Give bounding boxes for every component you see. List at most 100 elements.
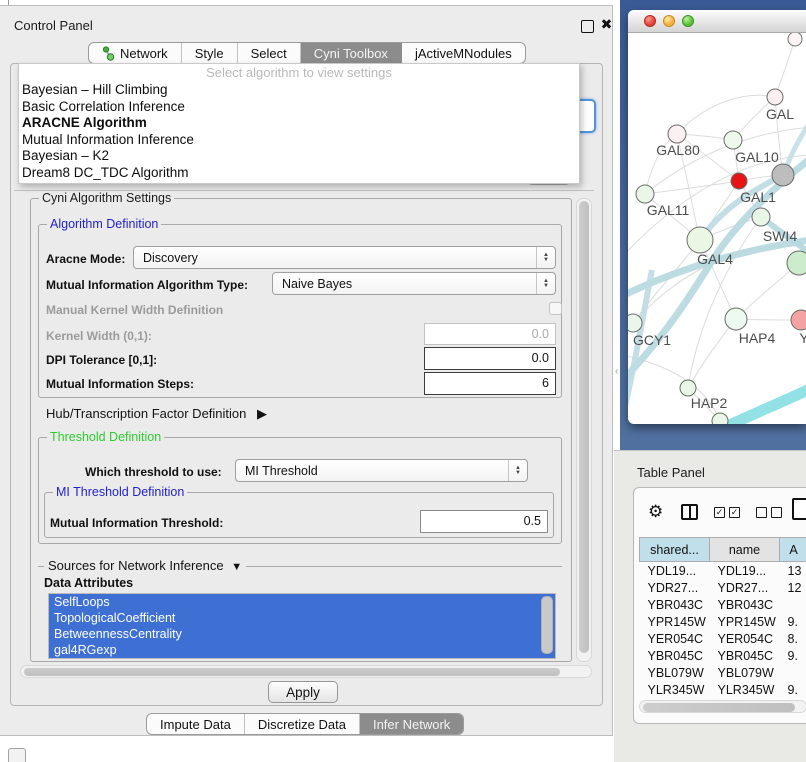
- algorithm-option[interactable]: Bayesian – Hill Climbing: [19, 82, 579, 99]
- table-cell: YBL079W: [640, 664, 710, 681]
- tab-impute-data[interactable]: Impute Data: [147, 714, 245, 734]
- manual-kernel-width-checkbox[interactable]: [549, 302, 562, 315]
- algorithm-option[interactable]: Mutual Information Inference: [19, 132, 579, 149]
- table-cell: YBR045C: [710, 647, 780, 664]
- network-node[interactable]: [731, 173, 747, 189]
- tab-network[interactable]: Network: [89, 43, 182, 63]
- algorithm-option[interactable]: Bayesian – K2: [19, 148, 579, 165]
- attribute-list-item[interactable]: TopologicalCoefficient: [49, 610, 555, 626]
- table-row[interactable]: YDR27...YDR27...12: [640, 579, 806, 596]
- tab-style[interactable]: Style: [182, 43, 238, 63]
- which-threshold-combobox[interactable]: MI Threshold ▲▼: [235, 459, 528, 482]
- tab-discretize-data[interactable]: Discretize Data: [245, 714, 360, 734]
- network-node[interactable]: [636, 185, 654, 203]
- attribute-list-item[interactable]: gal4RGexp: [49, 642, 555, 658]
- mi-steps-field[interactable]: 6: [424, 372, 556, 395]
- combo-arrows-icon: ▲▼: [508, 460, 527, 481]
- algorithm-option[interactable]: Dream8 DC_TDC Algorithm: [19, 165, 579, 182]
- network-node[interactable]: [668, 125, 686, 143]
- table-cell: YDL19...: [710, 562, 780, 580]
- network-icon: [102, 46, 115, 61]
- network-node[interactable]: [788, 33, 802, 46]
- table-cell: YER054C: [710, 630, 780, 647]
- close-traffic-light-icon[interactable]: [644, 15, 656, 27]
- table-row[interactable]: YPR145WYPR145W9.: [640, 613, 806, 630]
- hub-transcription-section[interactable]: Hub/Transcription Factor Definition ▶: [46, 406, 267, 422]
- dpi-tolerance-field[interactable]: 0.0: [424, 347, 556, 370]
- table-column-header[interactable]: name: [710, 538, 780, 562]
- aracne-mode-combobox[interactable]: Discovery ▲▼: [133, 246, 556, 269]
- table-row[interactable]: YBR045CYBR045C9.: [640, 647, 806, 664]
- table-row[interactable]: YBR043CYBR043C: [640, 596, 806, 613]
- network-node-label: SWI4: [763, 228, 797, 244]
- algorithm-option[interactable]: ARACNE Algorithm: [19, 115, 579, 132]
- table-row[interactable]: YDL19...YDL19...13: [640, 562, 806, 580]
- network-node[interactable]: [680, 380, 696, 396]
- list-scrollbar[interactable]: [541, 596, 553, 654]
- table-row[interactable]: YLR345WYLR345W9.: [640, 681, 806, 698]
- algorithm-option[interactable]: Basic Correlation Inference: [19, 99, 579, 116]
- network-view-window: GALGAL80GAL10GAL1GAL11SWI4GAL4GCY1HAP4YH…: [628, 10, 806, 424]
- data-attributes-label: Data Attributes: [44, 576, 133, 590]
- network-node[interactable]: [712, 413, 728, 424]
- table-cell: YDL19...: [640, 562, 710, 580]
- network-node[interactable]: [725, 308, 747, 330]
- combo-arrows-icon: ▲▼: [536, 247, 555, 268]
- network-node[interactable]: [791, 310, 806, 330]
- document-icon[interactable]: [792, 498, 806, 520]
- attribute-list-item[interactable]: BetweennessCentrality: [49, 626, 555, 642]
- bottom-tabbar: Impute Data Discretize Data Infer Networ…: [146, 713, 464, 735]
- table-horizontal-scrollbar[interactable]: [639, 700, 806, 713]
- table-cell: YBR043C: [640, 596, 710, 613]
- checked-box-icon[interactable]: ✓: [729, 507, 740, 518]
- kernel-width-field[interactable]: 0.0: [424, 323, 556, 345]
- dropdown-prompt: Select algorithm to view settings: [19, 64, 579, 82]
- mi-algorithm-type-combobox[interactable]: Naive Bayes ▲▼: [272, 272, 556, 295]
- tab-select[interactable]: Select: [238, 43, 301, 63]
- checked-box-icon[interactable]: ✓: [714, 507, 725, 518]
- data-attributes-list[interactable]: SelfLoopsTopologicalCoefficientBetweenne…: [48, 593, 556, 659]
- close-icon[interactable]: ✖: [600, 18, 613, 31]
- network-node[interactable]: [772, 164, 794, 186]
- algorithm-definition-title: Algorithm Definition: [47, 217, 161, 231]
- minimize-traffic-light-icon[interactable]: [663, 15, 675, 27]
- network-node[interactable]: [628, 314, 642, 332]
- tab-infer-network[interactable]: Infer Network: [360, 714, 463, 734]
- table-cell: 12: [780, 579, 806, 596]
- network-node[interactable]: [687, 227, 713, 253]
- sources-section-header[interactable]: Sources for Network Inference ▼: [44, 558, 246, 573]
- gear-icon[interactable]: ⚙: [648, 503, 663, 520]
- table-cell: YBR043C: [710, 596, 780, 613]
- network-node[interactable]: [724, 131, 742, 149]
- unchecked-box-icon[interactable]: [771, 507, 782, 518]
- network-node-label: HAP2: [691, 395, 728, 411]
- table-column-header[interactable]: shared...: [640, 538, 710, 562]
- network-window-titlebar[interactable]: [628, 10, 806, 33]
- table-cell: [780, 664, 806, 681]
- table-cell: YDR27...: [710, 579, 780, 596]
- tab-jactivemnodules[interactable]: jActiveMNodules: [402, 43, 525, 63]
- float-window-icon[interactable]: [581, 20, 594, 33]
- network-node[interactable]: [752, 208, 770, 226]
- network-canvas[interactable]: GALGAL80GAL10GAL1GAL11SWI4GAL4GCY1HAP4YH…: [628, 33, 806, 424]
- mi-threshold-field[interactable]: 0.5: [420, 510, 548, 533]
- table-row[interactable]: YER054CYER054C8.: [640, 630, 806, 647]
- table-panel-title: Table Panel: [637, 465, 705, 480]
- zoom-traffic-light-icon[interactable]: [682, 15, 694, 27]
- settings-vertical-scrollbar[interactable]: [576, 198, 592, 662]
- split-columns-icon[interactable]: [681, 504, 698, 520]
- network-node[interactable]: [787, 251, 806, 275]
- table-column-header[interactable]: A: [780, 538, 806, 562]
- network-node[interactable]: [767, 89, 783, 105]
- tab-cyni-toolbox[interactable]: Cyni Toolbox: [301, 43, 402, 63]
- table-cell: YLR345W: [640, 681, 710, 698]
- table-cell: [780, 596, 806, 613]
- apply-button[interactable]: Apply: [268, 681, 338, 703]
- attribute-list-item[interactable]: SelfLoops: [49, 594, 555, 610]
- divider-collapse-icon[interactable]: ‹: [615, 366, 618, 377]
- table-cell: YPR145W: [710, 613, 780, 630]
- unchecked-box-icon[interactable]: [756, 507, 767, 518]
- collapsed-panel-icon[interactable]: [8, 748, 26, 762]
- table-row[interactable]: YBL079WYBL079W: [640, 664, 806, 681]
- settings-horizontal-scrollbar[interactable]: [20, 665, 592, 678]
